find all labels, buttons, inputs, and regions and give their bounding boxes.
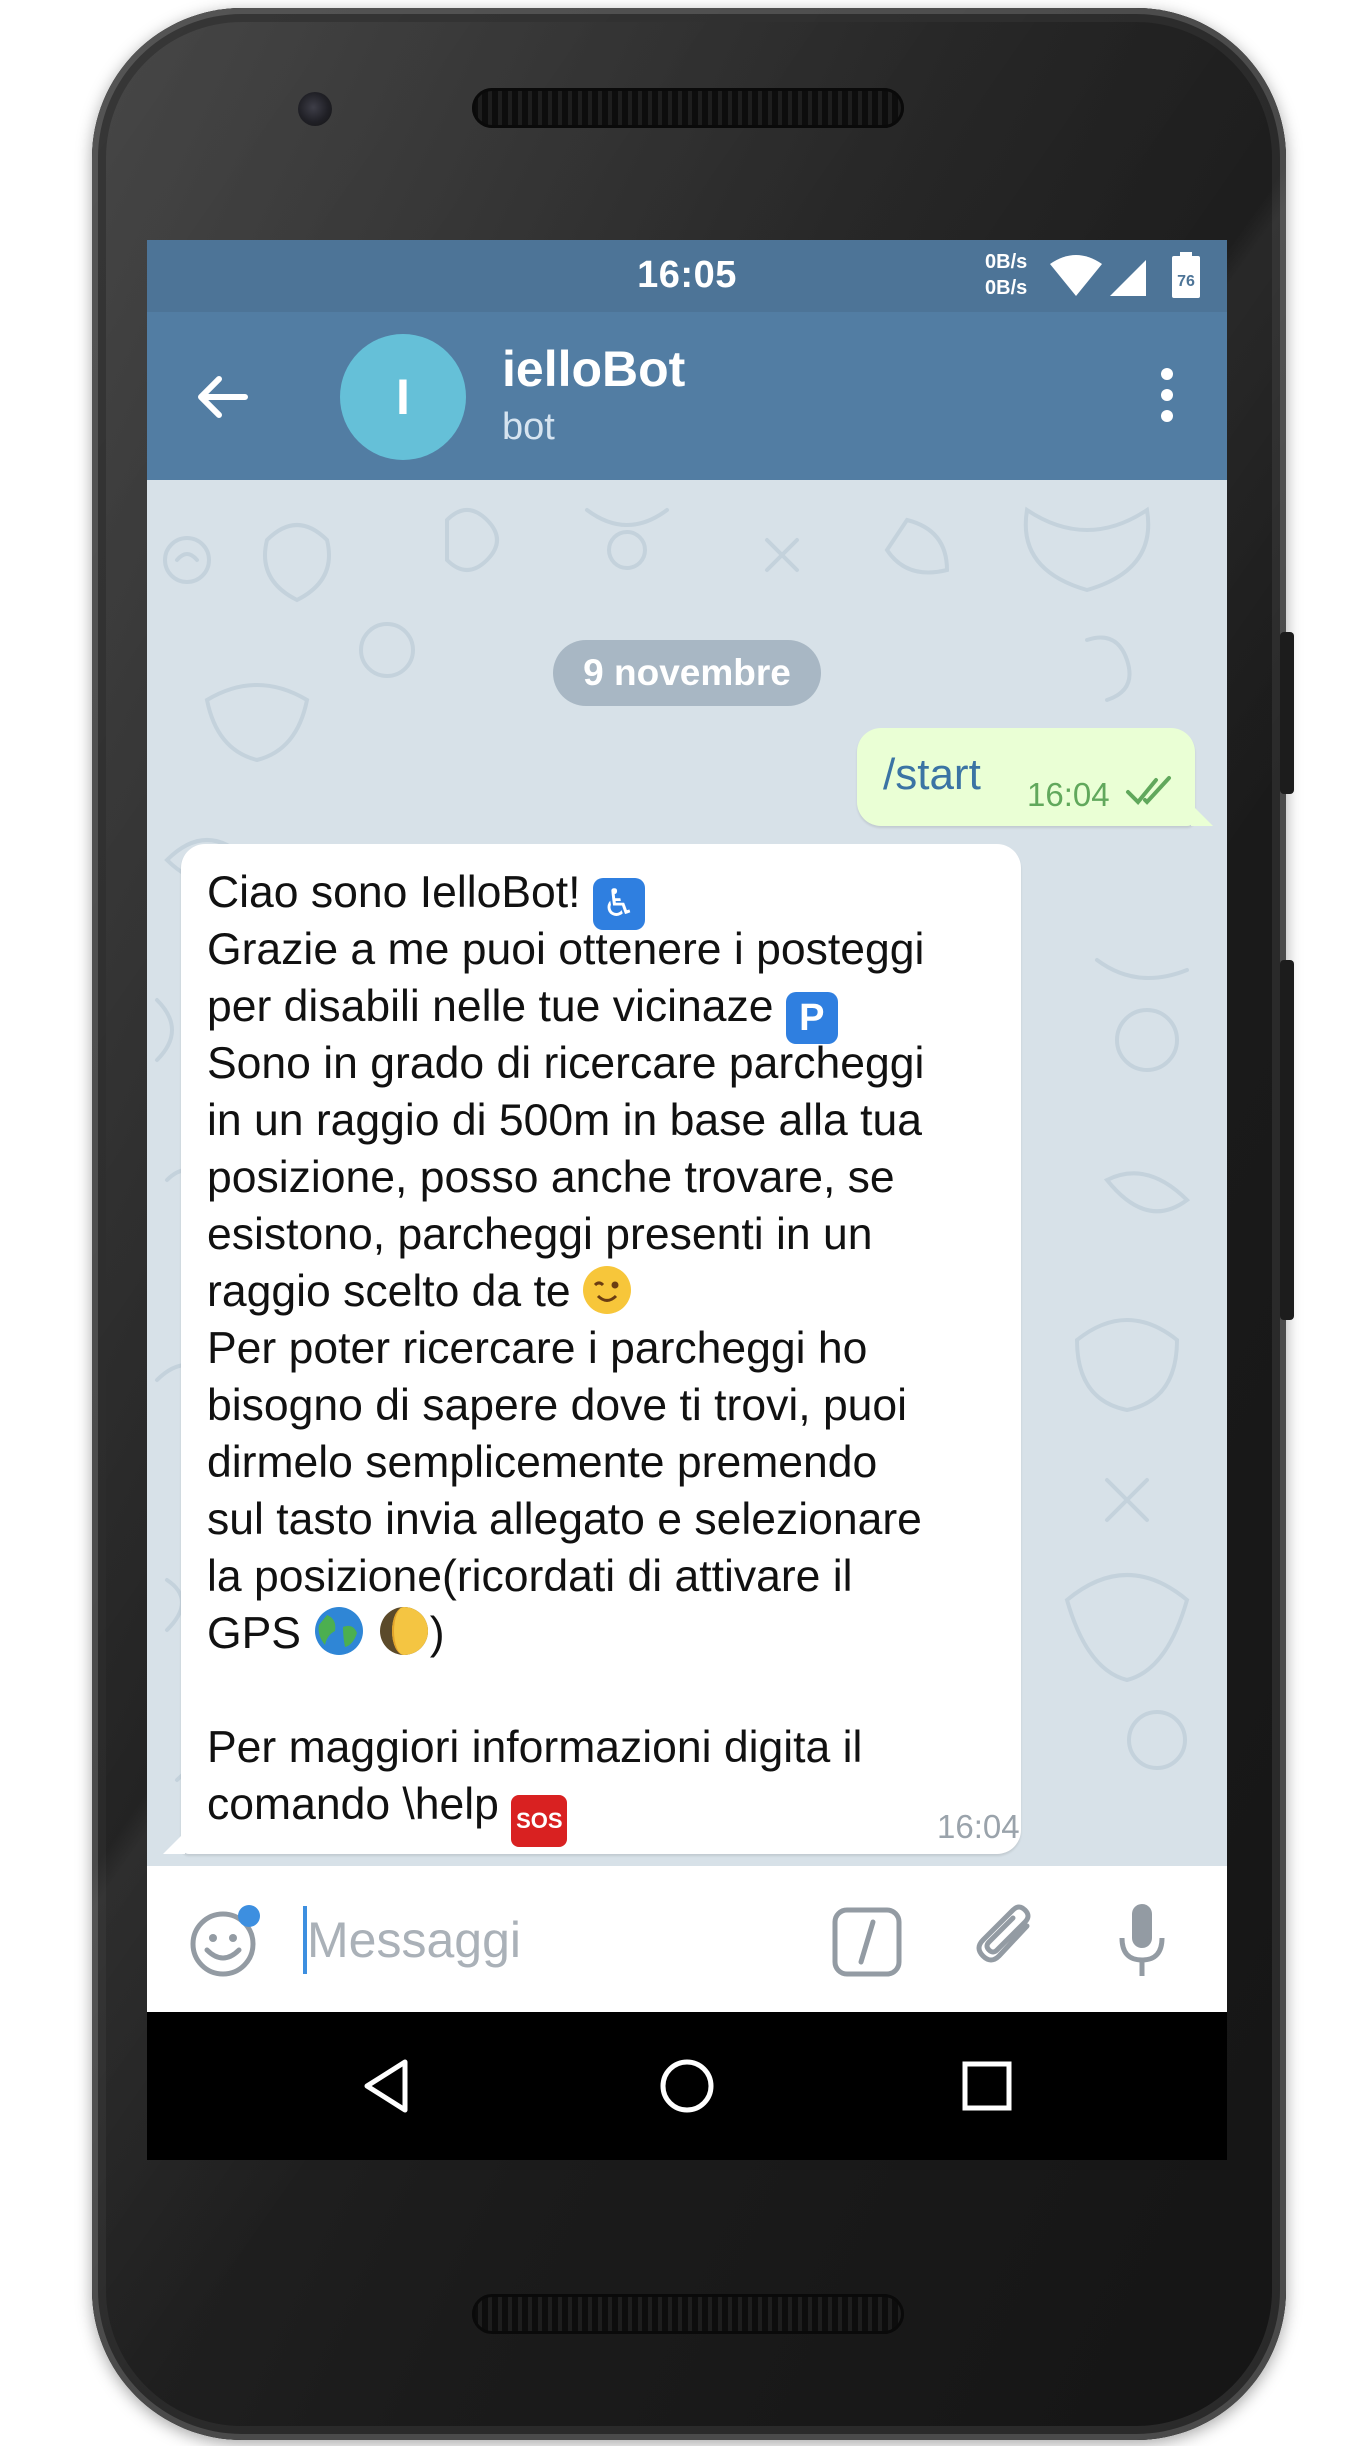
slash-command-icon (832, 1907, 902, 1977)
wifi-icon (1050, 255, 1102, 296)
double-check-icon (1125, 774, 1175, 813)
front-camera (298, 92, 332, 126)
system-navigation-bar (147, 2012, 1227, 2160)
bot-avatar[interactable]: I (340, 334, 466, 460)
message-list[interactable]: 9 novembre /start 16:04 Ciao sono IelloB… (147, 480, 1227, 1866)
earpiece-speaker (472, 88, 904, 128)
microphone-icon (1119, 1904, 1165, 1976)
attach-button[interactable] (969, 1900, 1049, 1980)
circle-home-icon (660, 2059, 714, 2113)
paperclip-icon (976, 1904, 1031, 1963)
incoming-message-text: Ciao sono IelloBot! ♿ Grazie a me puoi o… (207, 864, 1007, 1847)
battery-level: 76 (1177, 273, 1195, 290)
outgoing-message-text: /start (883, 750, 981, 799)
smiley-icon (190, 1905, 260, 1977)
overflow-menu-button[interactable] (1147, 360, 1187, 430)
date-separator: 9 novembre (553, 640, 821, 706)
incoming-message-time: 16:04 (937, 1808, 1020, 1845)
chat-title[interactable]: ielloBot (502, 340, 685, 398)
bot-commands-button[interactable] (829, 1904, 905, 1980)
nav-back-button[interactable] (357, 2056, 417, 2116)
triangle-back-icon (364, 2059, 408, 2113)
arrow-back-icon (198, 376, 248, 418)
phone-screen: 16:05 0B/s 0B/s 76 I ielloBot bot 9 nove… (147, 240, 1227, 2160)
chat-subtitle: bot (502, 406, 555, 448)
wink-emoji (583, 1266, 632, 1314)
chat-header: I ielloBot bot (147, 312, 1227, 480)
incoming-message[interactable]: Ciao sono IelloBot! ♿ Grazie a me puoi o… (163, 844, 1021, 1854)
signal-icon (1110, 260, 1146, 296)
back-button[interactable] (189, 362, 259, 432)
nav-home-button[interactable] (657, 2056, 717, 2116)
power-button (1280, 632, 1294, 794)
volume-rocker (1280, 960, 1294, 1320)
battery-icon: 76 (1172, 252, 1200, 298)
net-down-speed: 0B/s (985, 277, 1028, 299)
network-speed: 0B/s 0B/s (985, 249, 1027, 301)
avatar-letter: I (396, 369, 410, 425)
outgoing-message-time: 16:04 (1027, 776, 1110, 813)
globe-emoji (313, 1605, 365, 1657)
bottom-speaker (472, 2294, 904, 2334)
status-bar: 16:05 0B/s 0B/s 76 (147, 240, 1227, 312)
moon-emoji (378, 1605, 430, 1657)
net-up-speed: 0B/s (985, 251, 1028, 273)
message-composer (147, 1866, 1227, 2012)
square-recents-icon (962, 2061, 1012, 2111)
nav-recents-button[interactable] (957, 2056, 1017, 2116)
emoji-button[interactable] (187, 1902, 267, 1982)
outgoing-message[interactable]: /start 16:04 (857, 728, 1213, 826)
voice-record-button[interactable] (1112, 1900, 1172, 1984)
status-icons: 76 (1050, 252, 1220, 307)
message-input[interactable] (307, 1908, 807, 1972)
sos-emoji: SOS (511, 1795, 568, 1847)
